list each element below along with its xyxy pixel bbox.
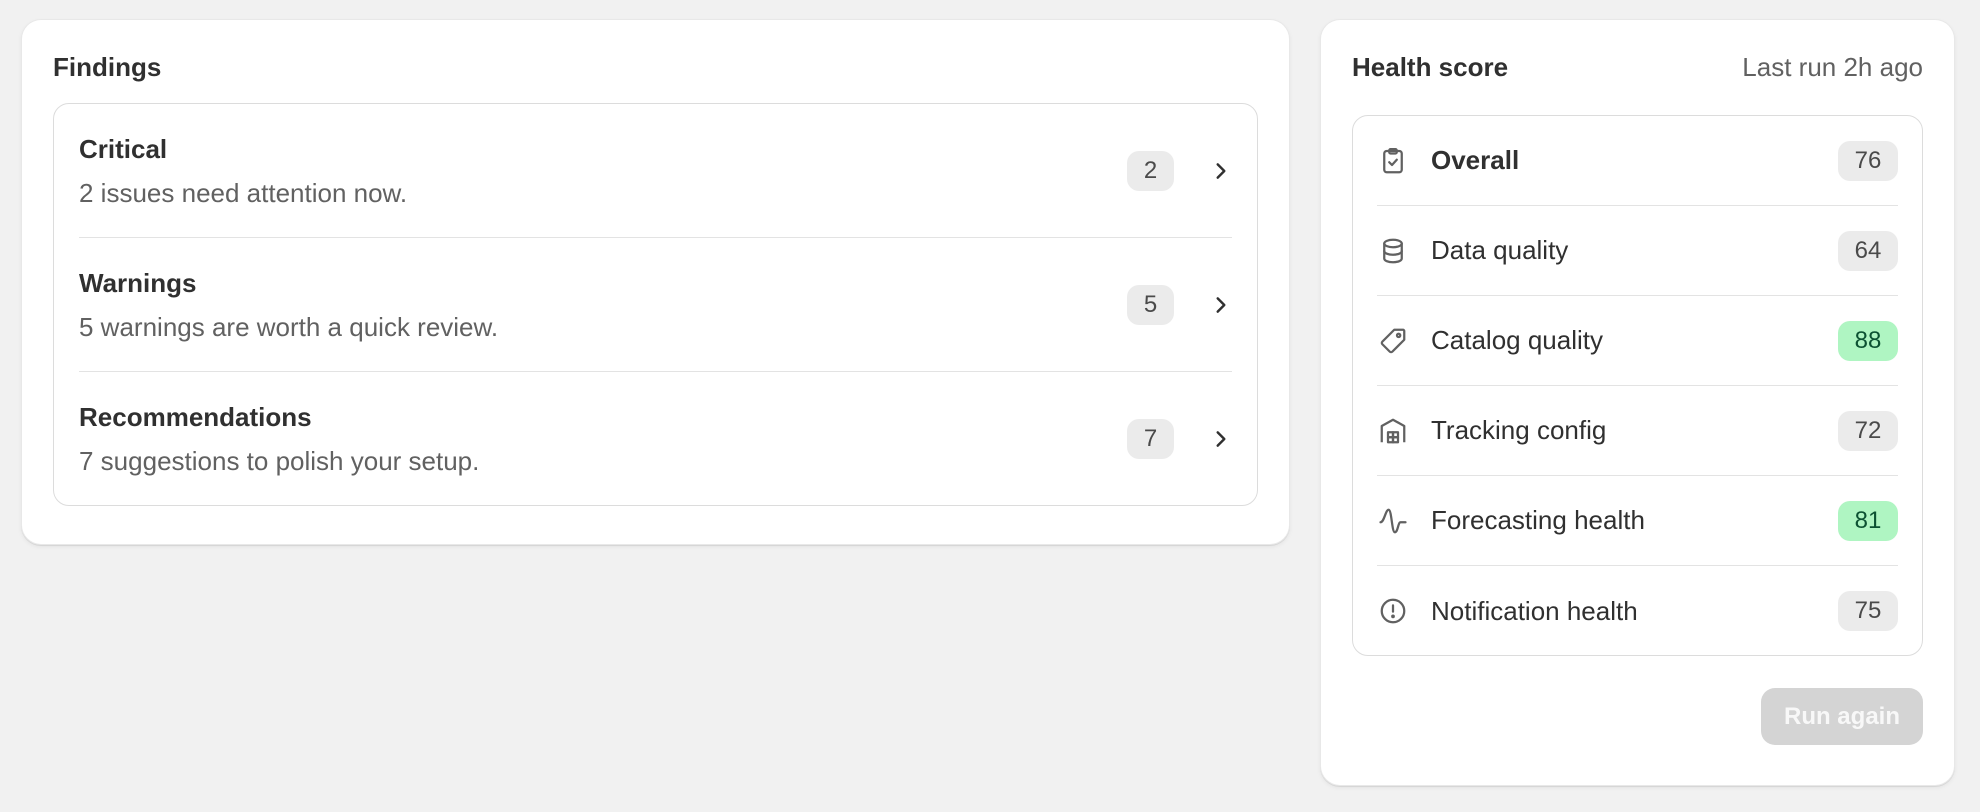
health-score-card: Health score Last run 2h ago Overall 76 (1320, 19, 1955, 786)
metric-label: Forecasting health (1431, 505, 1645, 535)
health-header: Health score Last run 2h ago (1352, 51, 1923, 83)
health-title: Health score (1352, 52, 1509, 82)
finding-description: 7 suggestions to polish your setup. (79, 446, 480, 476)
finding-row-warnings[interactable]: Warnings 5 warnings are worth a quick re… (79, 238, 1232, 372)
finding-count-badge: 2 (1127, 150, 1174, 191)
alert-circle-icon (1377, 595, 1409, 627)
tag-icon (1377, 325, 1409, 357)
score-badge: 76 (1838, 140, 1898, 181)
finding-text: Critical 2 issues need attention now. (79, 133, 1127, 209)
last-run-text: Last run 2h ago (1742, 51, 1923, 82)
findings-list: Critical 2 issues need attention now. 2 … (53, 103, 1258, 506)
finding-description: 2 issues need attention now. (79, 177, 408, 208)
score-badge: 75 (1838, 591, 1898, 631)
run-again-button[interactable]: Run again (1761, 688, 1923, 745)
finding-description: 5 warnings are worth a quick review. (79, 311, 499, 342)
score-badge: 81 (1838, 500, 1898, 541)
metric-label: Notification health (1431, 595, 1638, 626)
score-badge: 64 (1838, 230, 1898, 271)
chevron-right-icon[interactable] (1182, 160, 1232, 182)
finding-count-badge: 7 (1127, 419, 1174, 459)
finding-title: Warnings (79, 267, 197, 298)
health-footer: Run again (1352, 688, 1923, 745)
health-metrics-list: Overall 76 Data quality 64 Catalog quali… (1352, 115, 1923, 656)
chevron-right-icon[interactable] (1182, 428, 1232, 450)
chevron-right-icon[interactable] (1182, 294, 1232, 316)
score-badge: 88 (1838, 320, 1898, 361)
metric-row-notification-health: Notification health 75 (1377, 566, 1898, 656)
metric-row-tracking-config: Tracking config 72 (1377, 386, 1898, 476)
metric-label: Catalog quality (1431, 325, 1603, 355)
finding-count-badge: 5 (1127, 284, 1174, 325)
findings-card: Findings Critical 2 issues need attentio… (21, 19, 1290, 545)
metric-row-forecasting-health: Forecasting health 81 (1377, 476, 1898, 566)
score-badge: 72 (1838, 410, 1898, 451)
finding-text: Recommendations 7 suggestions to polish … (79, 401, 1127, 477)
metric-row-data-quality: Data quality 64 (1377, 206, 1898, 296)
finding-title: Recommendations (79, 402, 312, 432)
metric-label: Data quality (1431, 235, 1569, 265)
finding-row-recommendations[interactable]: Recommendations 7 suggestions to polish … (79, 372, 1232, 506)
warehouse-icon (1377, 415, 1409, 447)
finding-title: Critical (79, 133, 168, 164)
finding-text: Warnings 5 warnings are worth a quick re… (79, 267, 1127, 343)
database-icon (1377, 235, 1409, 267)
clipboard-check-icon (1377, 145, 1409, 177)
metric-row-catalog-quality: Catalog quality 88 (1377, 296, 1898, 386)
findings-title: Findings (53, 52, 162, 82)
finding-row-critical[interactable]: Critical 2 issues need attention now. 2 (79, 104, 1232, 238)
metric-row-overall: Overall 76 (1377, 116, 1898, 206)
wave-icon (1377, 505, 1409, 537)
metric-label: Overall (1431, 145, 1520, 175)
metric-label: Tracking config (1431, 415, 1607, 445)
